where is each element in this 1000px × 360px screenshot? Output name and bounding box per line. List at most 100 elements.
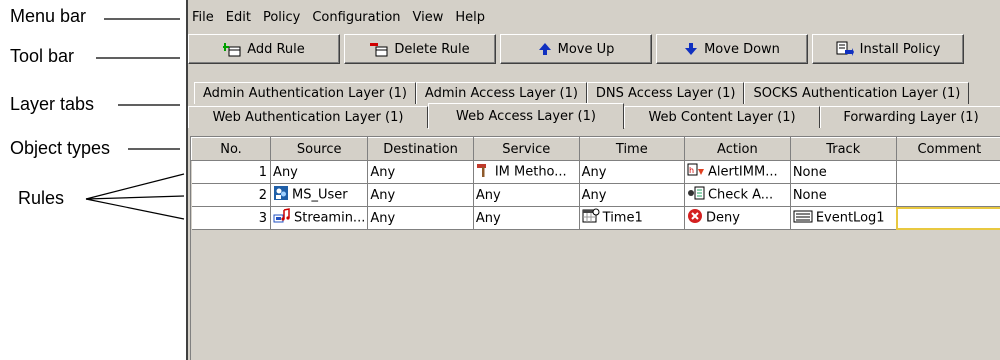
- rules-table: No. Source Destination Service Time Acti…: [190, 137, 1000, 230]
- delete-rule-icon: [370, 41, 388, 57]
- cell-service[interactable]: Any: [473, 206, 580, 230]
- menu-view[interactable]: View: [407, 8, 450, 28]
- cell-no[interactable]: 1: [191, 160, 272, 184]
- cell-destination-text: Any: [370, 187, 396, 203]
- menu-edit-label: Edit: [225, 10, 251, 25]
- menu-configuration-label: Configuration: [312, 10, 401, 25]
- cell-action[interactable]: Deny: [684, 206, 791, 230]
- menu-help[interactable]: Help: [449, 8, 491, 28]
- cell-time-text: Time1: [602, 210, 643, 226]
- tab-web-content-layer[interactable]: Web Content Layer (1): [624, 106, 820, 128]
- menu-file[interactable]: File: [188, 8, 220, 28]
- install-policy-icon: [836, 41, 854, 57]
- hammer-icon: [476, 163, 492, 181]
- cell-service[interactable]: Any: [473, 183, 580, 207]
- tab-dns-access-layer[interactable]: DNS Access Layer (1): [586, 82, 745, 104]
- menu-policy-label: Policy: [262, 10, 301, 25]
- tab-web-access-layer[interactable]: Web Access Layer (1): [428, 103, 624, 129]
- column-header-source[interactable]: Source: [270, 137, 369, 161]
- tab-label: SOCKS Authentication Layer (1): [753, 86, 961, 101]
- cell-no[interactable]: 3: [191, 206, 272, 230]
- callout-menu-bar: Menu bar: [10, 6, 87, 26]
- tab-label: Web Access Layer (1): [456, 109, 596, 124]
- cell-destination[interactable]: Any: [367, 160, 474, 184]
- cell-track-text: EventLog1: [815, 210, 885, 226]
- callout-object-types: Object types: [10, 138, 111, 158]
- callout-layer-tabs: Layer tabs: [10, 94, 95, 114]
- cell-action[interactable]: h AlertIMM...: [684, 160, 791, 184]
- layer-tabs-back-row: Admin Authentication Layer (1) Admin Acc…: [194, 82, 970, 104]
- svg-text:h: h: [689, 166, 694, 175]
- table-row[interactable]: 3 Streamin... Any Any Time1 Deny EventLo…: [191, 206, 1000, 230]
- cell-time[interactable]: Any: [579, 183, 685, 207]
- alert-action-icon: h: [687, 163, 705, 181]
- layer-tabs-front-row: Web Authentication Layer (1) Web Access …: [188, 103, 1000, 129]
- cell-destination-text: Any: [370, 164, 396, 180]
- cell-source[interactable]: Streamin...: [270, 206, 369, 230]
- cell-track[interactable]: None: [790, 183, 897, 207]
- table-row[interactable]: 1 Any Any IM Metho... Any h AlertIMM... N…: [191, 160, 1000, 184]
- add-rule-button[interactable]: Add Rule: [188, 34, 340, 64]
- cell-action-text: Check A...: [707, 187, 774, 203]
- cell-comment[interactable]: [896, 160, 1000, 184]
- calendar-time-icon: [582, 208, 600, 228]
- install-policy-button[interactable]: Install Policy: [812, 34, 964, 64]
- delete-rule-button[interactable]: Delete Rule: [344, 34, 496, 64]
- move-up-button[interactable]: Move Up: [500, 34, 652, 64]
- column-header-comment[interactable]: Comment: [895, 137, 1000, 161]
- cell-source[interactable]: MS_User: [270, 183, 369, 207]
- cell-action[interactable]: Check A...: [684, 183, 791, 207]
- cell-time[interactable]: Time1: [579, 206, 685, 230]
- layer-tabs: Admin Authentication Layer (1) Admin Acc…: [188, 78, 1000, 130]
- column-header-service[interactable]: Service: [472, 137, 580, 161]
- rules-table-container: No. Source Destination Service Time Acti…: [190, 136, 1000, 360]
- cell-destination[interactable]: Any: [367, 183, 474, 207]
- tab-socks-authentication-layer[interactable]: SOCKS Authentication Layer (1): [744, 82, 970, 104]
- menu-policy[interactable]: Policy: [257, 8, 306, 28]
- table-row[interactable]: 2 MS_User Any Any Any Check A... None: [191, 183, 1000, 207]
- callout-rules: Rules: [18, 188, 65, 208]
- tab-label: Admin Access Layer (1): [424, 86, 578, 101]
- streaming-media-icon: [273, 208, 291, 228]
- cell-time[interactable]: Any: [579, 160, 685, 184]
- menu-bar: File Edit Policy Configuration View Help: [188, 8, 491, 28]
- cell-destination-text: Any: [370, 210, 396, 226]
- tab-label: Forwarding Layer (1): [843, 110, 979, 125]
- cell-no[interactable]: 2: [191, 183, 272, 207]
- menu-configuration[interactable]: Configuration: [306, 8, 406, 28]
- move-down-button[interactable]: Move Down: [656, 34, 808, 64]
- tab-admin-access-layer[interactable]: Admin Access Layer (1): [415, 82, 587, 104]
- column-header-action[interactable]: Action: [683, 137, 791, 161]
- cell-track[interactable]: EventLog1: [790, 206, 897, 230]
- cell-action-text: AlertIMM...: [707, 164, 778, 180]
- menu-edit[interactable]: Edit: [220, 8, 257, 28]
- application-window: File Edit Policy Configuration View Help…: [186, 0, 1000, 360]
- cell-service[interactable]: IM Metho...: [473, 160, 580, 184]
- cell-comment[interactable]: [896, 183, 1000, 207]
- deny-icon: [687, 208, 703, 228]
- cell-service-text: Any: [475, 187, 501, 203]
- column-header-track[interactable]: Track: [789, 137, 897, 161]
- user-group-icon: [273, 185, 289, 205]
- column-header-time[interactable]: Time: [578, 137, 685, 161]
- callout-tool-bar: Tool bar: [10, 46, 75, 66]
- move-down-label: Move Down: [704, 41, 780, 57]
- tab-admin-authentication-layer[interactable]: Admin Authentication Layer (1): [194, 82, 416, 104]
- cell-track[interactable]: None: [790, 160, 897, 184]
- cell-service-text: IM Metho...: [494, 164, 567, 180]
- cell-source[interactable]: Any: [270, 160, 369, 184]
- tab-forwarding-layer[interactable]: Forwarding Layer (1): [820, 106, 1000, 128]
- column-header-destination[interactable]: Destination: [367, 137, 474, 161]
- cell-service-text: Any: [475, 210, 501, 226]
- cell-destination[interactable]: Any: [367, 206, 474, 230]
- cell-track-text: None: [792, 164, 827, 180]
- cell-comment-selected[interactable]: [896, 206, 1000, 230]
- check-authentication-icon: [687, 186, 705, 204]
- delete-rule-label: Delete Rule: [394, 41, 470, 57]
- tab-label: Web Content Layer (1): [648, 110, 796, 125]
- tab-web-authentication-layer[interactable]: Web Authentication Layer (1): [188, 106, 428, 128]
- move-up-label: Move Up: [557, 41, 615, 57]
- tab-label: DNS Access Layer (1): [595, 86, 736, 101]
- install-policy-label: Install Policy: [859, 41, 941, 57]
- column-header-no[interactable]: No.: [190, 137, 272, 161]
